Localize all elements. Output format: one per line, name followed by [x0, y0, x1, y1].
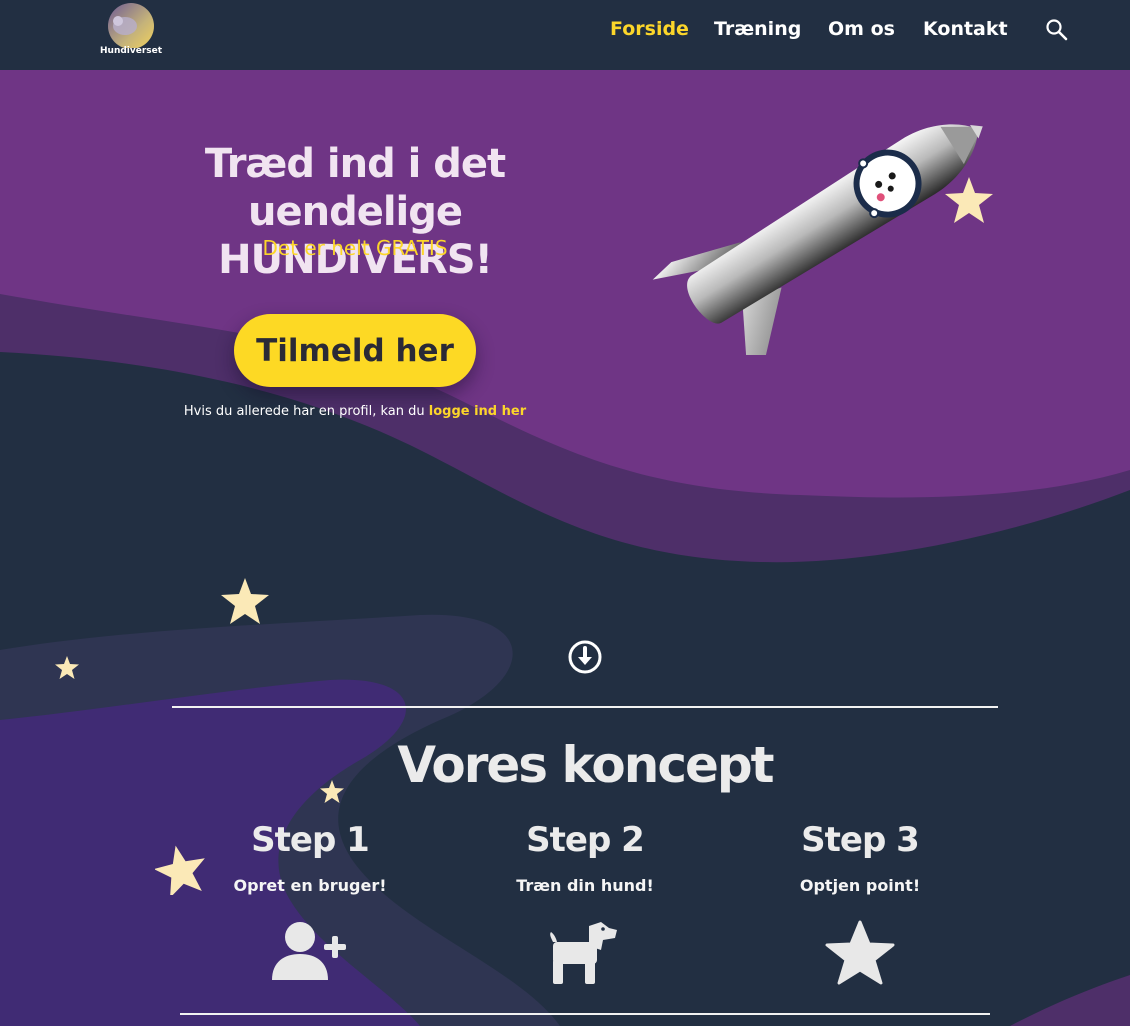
logo-text: Hundiverset	[100, 46, 163, 56]
search-icon	[1046, 19, 1068, 41]
hero-title: Træd ind i det uendelige HUNDIVERS!	[105, 140, 605, 284]
section-divider	[172, 706, 998, 708]
nav-item-traening[interactable]: Træning	[714, 18, 801, 40]
site-header: Hundiverset Forside Træning Om os Kontak…	[0, 0, 1130, 70]
star-decoration	[945, 177, 993, 223]
login-hint-text: Hvis du allerede har en profil, kan du	[183, 404, 429, 419]
login-hint: Hvis du allerede har en profil, kan du l…	[105, 404, 605, 419]
add-user-icon	[272, 922, 346, 980]
main-nav: Forside Træning Om os Kontakt	[0, 18, 1130, 44]
rocket-illustration	[652, 124, 983, 355]
search-button[interactable]	[1045, 18, 1069, 42]
star-icon	[825, 920, 895, 985]
nav-item-forside[interactable]: Forside	[610, 18, 689, 40]
hero-subtitle: Det er helt GRATIS	[262, 236, 448, 260]
step-title: Step 1	[251, 820, 370, 860]
section-divider-bottom	[180, 1013, 990, 1015]
dog-icon	[550, 922, 617, 984]
step-card-2: Step 2 Træn din hund!	[475, 820, 695, 984]
scroll-down-button[interactable]	[567, 639, 603, 675]
step-card-3: Step 3 Optjen point!	[750, 820, 970, 985]
star-decoration	[55, 656, 79, 679]
arrow-down-circle-icon	[568, 640, 602, 674]
step-text: Træn din hund!	[516, 876, 654, 895]
step-text: Opret en bruger!	[233, 876, 387, 895]
star-decoration	[221, 578, 269, 624]
step-title: Step 3	[801, 820, 920, 860]
hero-title-line-1: Træd ind i det uendelige	[204, 141, 506, 235]
nav-item-om-os[interactable]: Om os	[828, 18, 895, 40]
step-text: Optjen point!	[799, 876, 921, 895]
nav-item-kontakt[interactable]: Kontakt	[923, 18, 1008, 40]
step-card-1: Step 1 Opret en bruger!	[200, 820, 420, 980]
login-link[interactable]: logge ind her	[429, 404, 526, 419]
step-title: Step 2	[526, 820, 645, 860]
concept-title: Vores koncept	[397, 736, 774, 794]
signup-button[interactable]: Tilmeld her	[234, 314, 476, 387]
